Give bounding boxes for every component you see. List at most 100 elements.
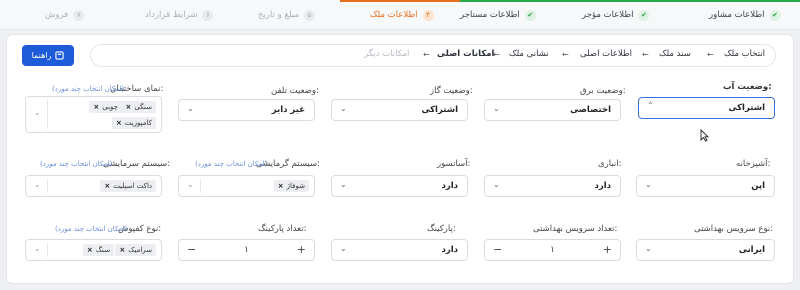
phone-status-label: وضعیت تلفن:: [271, 86, 319, 96]
parking-label: پارکینگ:: [427, 224, 456, 234]
step-tenant-info[interactable]: اطلاعات مستاجر ✔: [460, 0, 536, 30]
flooring-type-multiselect[interactable]: ⌄ × سرامیک × سنگ: [25, 239, 162, 261]
storage-label: انباری:: [598, 159, 622, 169]
kitchen-value: اپن: [751, 181, 765, 191]
gas-status-value: اشتراکی: [421, 105, 459, 115]
phone-status-select[interactable]: غیر دایر ⌄: [178, 99, 315, 121]
parking-count-value: ۱: [244, 245, 249, 255]
close-icon[interactable]: ×: [87, 246, 93, 254]
tag-label: سرامیک: [128, 246, 152, 254]
step-consultant-info[interactable]: اطلاعات مشاور ✔: [709, 0, 781, 30]
close-icon[interactable]: ×: [278, 182, 284, 190]
parking-value: دارد: [441, 245, 458, 255]
step-label: شرایط قرارداد: [145, 10, 198, 20]
storage-select[interactable]: دارد ⌄: [484, 175, 621, 197]
step-contract-terms[interactable]: شرایط قرارداد ۶: [145, 0, 214, 30]
elevator-value: دارد: [441, 181, 458, 191]
chevron-up-icon: ⌃: [647, 101, 654, 110]
heating-system-multiselect[interactable]: ⌄ × شوفاژ: [178, 175, 315, 197]
electricity-status-value: اختصاصی: [570, 105, 611, 115]
multi-select-hint: (امکان انتخاب چند مورد): [40, 160, 113, 168]
chevron-down-icon: ⌄: [493, 104, 500, 113]
step-label: اطلاعات مستاجر: [460, 10, 520, 20]
parking-count-stepper[interactable]: + ۱ −: [178, 239, 315, 261]
step-property-info[interactable]: اطلاعات ملک ۴: [370, 0, 434, 30]
tag-label: سنگی: [134, 103, 152, 111]
toilet-type-select[interactable]: ایرانی ⌄: [636, 239, 775, 261]
toilet-count-stepper[interactable]: + ۱ −: [484, 239, 621, 261]
gas-status-select[interactable]: اشتراکی ⌄: [331, 99, 468, 121]
chevron-down-icon: ⌄: [34, 244, 41, 253]
close-icon[interactable]: ×: [116, 119, 122, 127]
facade-tag[interactable]: × سنگی: [121, 101, 156, 113]
breadcrumb-address[interactable]: نشانی ملک: [509, 49, 549, 59]
water-status-select[interactable]: اشتراکی ⌃: [638, 97, 775, 119]
toilet-type-value: ایرانی: [738, 245, 765, 255]
tag-label: سنگ: [95, 246, 110, 254]
flooring-tag[interactable]: × سرامیک: [115, 244, 156, 256]
breadcrumb-main-info[interactable]: اطلاعات اصلی: [580, 49, 632, 59]
breadcrumb-property-deed[interactable]: سند ملک: [659, 49, 691, 59]
help-button[interactable]: راهنما: [22, 45, 74, 66]
water-status-value: اشتراکی: [728, 103, 766, 113]
step-label: اطلاعات ملک: [370, 10, 418, 20]
step-label: اطلاعات مؤجر: [582, 10, 634, 20]
toilet-type-label: نوع سرویس بهداشتی:: [694, 224, 774, 234]
chevron-down-icon: ⌄: [340, 104, 347, 113]
cooling-system-tag[interactable]: × داکت اسپلیت: [100, 180, 156, 192]
phone-status-value: غیر دایر: [271, 105, 305, 115]
flooring-tag[interactable]: × سنگ: [82, 244, 114, 256]
chevron-down-icon: ⌄: [187, 180, 194, 189]
chevron-down-icon: ⌄: [645, 244, 652, 253]
close-icon[interactable]: ×: [93, 103, 99, 111]
water-status-label: وضعیت آب:: [723, 82, 772, 92]
facade-tag[interactable]: × کامپوزیت: [111, 117, 156, 129]
chevron-down-icon: ⌄: [340, 180, 347, 189]
step-sale[interactable]: فروش ۷: [45, 0, 85, 30]
step-number: ۷: [73, 9, 85, 21]
gas-status-label: وضعیت گاز:: [430, 86, 473, 96]
parking-select[interactable]: دارد ⌄: [331, 239, 468, 261]
check-icon: ✔: [524, 9, 536, 21]
close-icon[interactable]: ×: [104, 182, 110, 190]
elevator-select[interactable]: دارد ⌄: [331, 175, 468, 197]
chevron-down-icon: ⌄: [34, 108, 41, 117]
minus-icon[interactable]: −: [493, 243, 502, 256]
step-landlord-info[interactable]: اطلاعات مؤجر ✔: [582, 0, 650, 30]
breadcrumb-select-property[interactable]: انتخاب ملک: [724, 49, 765, 59]
kitchen-select[interactable]: اپن ⌄: [636, 175, 775, 197]
electricity-status-select[interactable]: اختصاصی ⌄: [484, 99, 621, 121]
separator: [200, 179, 201, 193]
heating-system-tag[interactable]: × شوفاژ: [273, 180, 309, 192]
breadcrumb-main-amenities[interactable]: امکانات اصلی: [437, 49, 494, 59]
toilet-count-label: تعداد سرویس بهداشتی:: [533, 224, 618, 234]
toilet-count-value: ۱: [550, 245, 555, 255]
separator: [47, 243, 48, 257]
minus-icon[interactable]: −: [187, 243, 196, 256]
close-icon[interactable]: ×: [119, 246, 125, 254]
chevron-down-icon: ⌄: [34, 180, 41, 189]
help-label: راهنما: [31, 51, 52, 60]
mouse-cursor-icon: [700, 129, 709, 142]
facade-tag[interactable]: × چوبی: [89, 101, 122, 113]
step-amount-date[interactable]: مبلغ و تاریخ ۵: [258, 0, 315, 30]
separator: [47, 100, 48, 129]
chevron-down-icon: ⌄: [340, 244, 347, 253]
tag-label: چوبی: [102, 103, 118, 111]
tag-label: داکت اسپلیت: [113, 182, 152, 190]
step-number: ۵: [303, 9, 315, 21]
arrow-left-icon: ←: [423, 50, 430, 59]
cooling-system-multiselect[interactable]: ⌄ × داکت اسپلیت: [25, 175, 162, 197]
close-icon[interactable]: ×: [125, 103, 131, 111]
tag-label: کامپوزیت: [124, 119, 152, 127]
step-number: ۴: [422, 9, 434, 21]
storage-value: دارد: [594, 181, 611, 191]
wizard-steps: اطلاعات مشاور ✔ اطلاعات مؤجر ✔ اطلاعات م…: [0, 0, 800, 30]
breadcrumb-other-amenities[interactable]: امکانات دیگر: [364, 49, 409, 59]
help-icon: [55, 51, 65, 60]
multi-select-hint: (امکان انتخاب چند مورد): [52, 85, 125, 93]
arrow-left-icon: ←: [642, 50, 649, 59]
facade-multiselect[interactable]: ⌄ × سنگی × چوبی × کامپوزیت: [25, 96, 162, 133]
elevator-label: آسانسور:: [437, 159, 471, 169]
multi-select-hint: (امکان انتخاب چند مورد): [195, 160, 268, 168]
